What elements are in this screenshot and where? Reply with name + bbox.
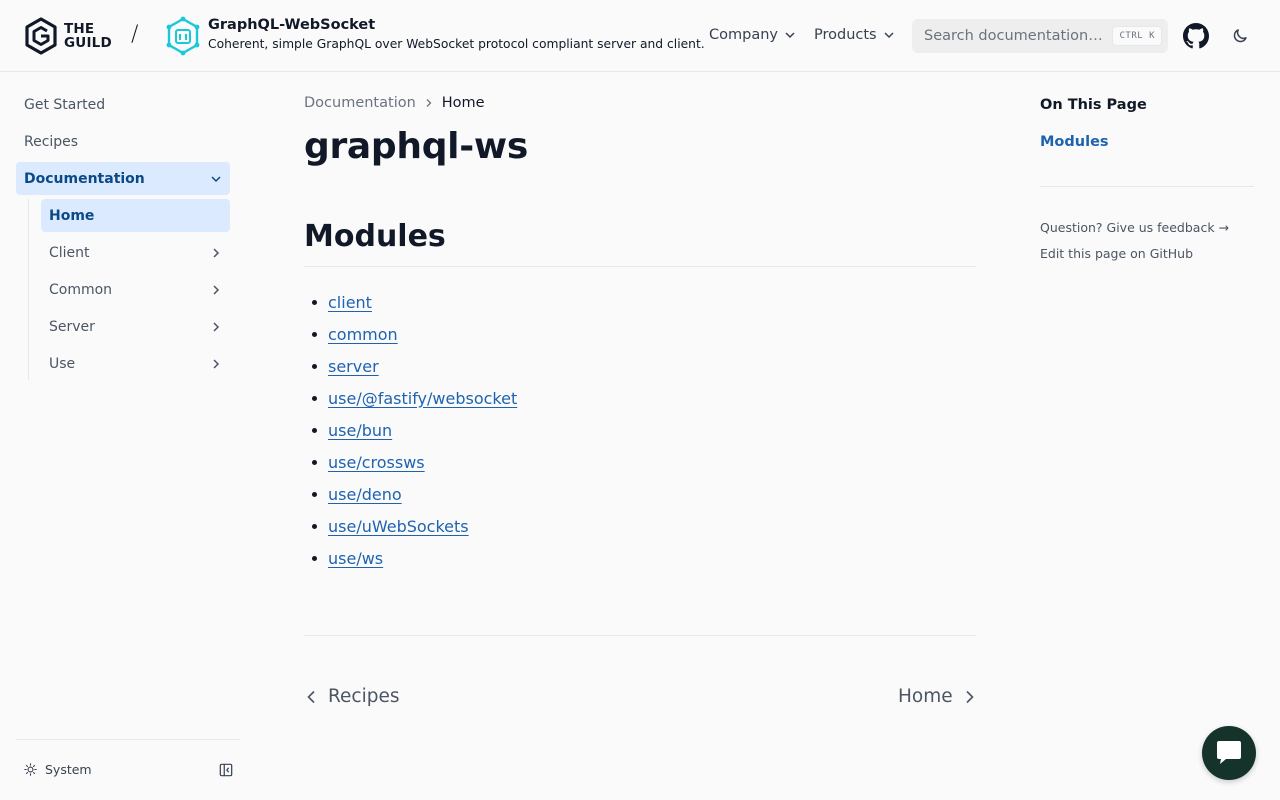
sun-icon [24, 763, 37, 776]
chevron-right-icon [966, 690, 974, 703]
company-menu-label: Company [709, 27, 778, 43]
edit-on-github-link[interactable]: Edit this page on GitHub [1040, 246, 1193, 261]
breadcrumb-documentation[interactable]: Documentation [304, 95, 416, 111]
module-link-use-fastify-websocket[interactable]: use/@fastify/websocket [328, 389, 517, 408]
sidebar-item-label: Documentation [24, 170, 145, 187]
chevron-down-icon [211, 175, 221, 182]
list-item: use/uWebSockets [304, 510, 517, 542]
sidebar-item-label: Recipes [24, 133, 79, 150]
sidebar-item-label: Client [49, 244, 90, 261]
feedback-link[interactable]: Question? Give us feedback → [1040, 220, 1229, 235]
chevron-right-icon [213, 284, 220, 295]
sidebar-item-label: Use [49, 355, 76, 372]
toc-title: On This Page [1040, 97, 1147, 113]
company-menu[interactable]: Company [709, 27, 796, 43]
graphql-websocket-logo-icon[interactable] [164, 16, 202, 56]
pager-prev-label: Recipes [328, 686, 400, 707]
the-guild-logo-icon [25, 17, 57, 55]
module-link-use-crossws[interactable]: use/crossws [328, 453, 425, 472]
sidebar-item-label: Common [49, 281, 113, 298]
sidebar-item-label: Get Started [24, 96, 106, 113]
sidebar-item-documentation[interactable]: Documentation [16, 162, 230, 195]
bullet [312, 491, 317, 497]
bullet [312, 363, 317, 369]
module-link-client[interactable]: client [328, 293, 372, 312]
collapse-sidebar-icon[interactable] [219, 763, 233, 777]
breadcrumb-current: Home [441, 95, 485, 111]
sidebar-item-label: Home [49, 207, 95, 224]
module-link-use-ws[interactable]: use/ws [328, 549, 383, 568]
toc-divider [1040, 186, 1254, 187]
sidebar-item-get-started[interactable]: Get Started [16, 88, 230, 121]
chat-bubble-icon [1217, 741, 1241, 764]
section-heading-modules: Modules [304, 219, 976, 267]
bullet [312, 331, 317, 337]
list-item: client [304, 286, 517, 318]
list-item: use/crossws [304, 446, 517, 478]
chevron-down-icon [785, 32, 795, 39]
sidebar-item-home[interactable]: Home [41, 199, 230, 232]
sidebar-item-recipes[interactable]: Recipes [16, 125, 230, 158]
sidebar-item-client[interactable]: Client [41, 236, 230, 269]
toc-link-modules[interactable]: Modules [1040, 134, 1109, 150]
breadcrumb: Documentation Home [304, 95, 485, 111]
bullet [312, 427, 317, 433]
products-menu[interactable]: Products [814, 27, 895, 43]
module-link-server[interactable]: server [328, 357, 379, 376]
bullet [312, 523, 317, 529]
module-link-common[interactable]: common [328, 325, 398, 344]
sidebar-item-use[interactable]: Use [41, 347, 230, 380]
pager-next-link[interactable]: Home [898, 686, 977, 707]
list-item: server [304, 350, 517, 382]
pager-prev-link[interactable]: Recipes [304, 686, 399, 707]
sidebar-item-label: Server [49, 318, 95, 335]
sidebar: Get Started Recipes Documentation Home C… [16, 88, 230, 384]
project-title[interactable]: GraphQL-WebSocket [208, 17, 375, 33]
products-menu-label: Products [814, 27, 877, 43]
chevron-left-icon [307, 690, 315, 703]
the-guild-wordmark: THE GUILD [64, 22, 112, 50]
moon-icon[interactable] [1231, 27, 1249, 45]
list-item: use/bun [304, 414, 517, 446]
modules-list: client common server use/@fastify/websoc… [304, 286, 517, 574]
theme-label: System [45, 762, 92, 777]
module-link-use-deno[interactable]: use/deno [328, 485, 402, 504]
chevron-right-icon [426, 99, 432, 107]
chevron-right-icon [213, 247, 220, 258]
module-link-use-uwebsockets[interactable]: use/uWebSockets [328, 517, 469, 536]
logo-separator: / [131, 22, 139, 47]
the-guild-logo-link[interactable]: THE GUILD [24, 17, 112, 55]
chat-widget-button[interactable] [1202, 726, 1256, 780]
bullet [312, 299, 317, 305]
page-title: graphql-ws [304, 126, 528, 167]
search-shortcut-badge: CTRL K [1112, 26, 1162, 46]
github-icon[interactable] [1183, 23, 1209, 49]
module-link-use-bun[interactable]: use/bun [328, 421, 392, 440]
bullet [312, 459, 317, 465]
sidebar-item-common[interactable]: Common [41, 273, 230, 306]
list-item: use/deno [304, 478, 517, 510]
search-input[interactable] [924, 28, 1114, 44]
search-box[interactable]: CTRL K [912, 19, 1168, 53]
bullet [312, 555, 317, 561]
bullet [312, 395, 317, 401]
sidebar-footer: System [16, 739, 240, 800]
content-divider [304, 635, 976, 636]
list-item: common [304, 318, 517, 350]
project-description: Coherent, simple GraphQL over WebSocket … [208, 37, 705, 51]
chevron-right-icon [213, 321, 220, 332]
chevron-down-icon [884, 32, 894, 39]
chevron-right-icon [213, 358, 220, 369]
theme-switcher[interactable]: System [24, 762, 92, 777]
pager-next-label: Home [898, 686, 953, 707]
top-navbar: THE GUILD / GraphQL-WebSocket Coherent, … [0, 0, 1280, 72]
list-item: use/@fastify/websocket [304, 382, 517, 414]
sidebar-item-server[interactable]: Server [41, 310, 230, 343]
list-item: use/ws [304, 542, 517, 574]
documentation-submenu: Home Client Common Server Use [28, 199, 230, 380]
wordmark-line-2: GUILD [64, 35, 112, 51]
